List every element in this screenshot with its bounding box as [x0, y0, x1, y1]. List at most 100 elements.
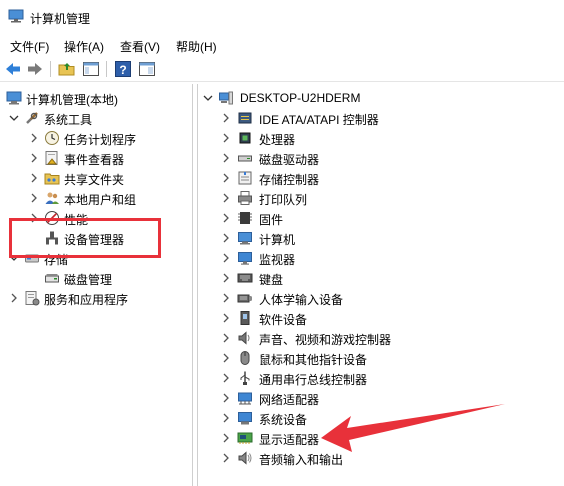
chevron-right-icon[interactable] — [221, 232, 231, 244]
tree-label: 服务和应用程序 — [44, 293, 129, 307]
device-category-label: 固件 — [259, 213, 284, 227]
chevron-right-icon[interactable] — [29, 172, 39, 184]
device-category-label: 软件设备 — [259, 313, 308, 327]
event-viewer-icon — [45, 151, 58, 165]
device-category-item[interactable]: 键盘 — [198, 268, 558, 288]
computer-icon — [219, 91, 233, 105]
computer-name: DESKTOP-U2HDERM — [240, 91, 361, 105]
chevron-right-icon[interactable] — [29, 152, 39, 164]
chevron-right-icon[interactable] — [221, 332, 231, 344]
tree-label: 事件查看器 — [64, 153, 125, 167]
chevron-right-icon[interactable] — [9, 292, 19, 304]
chevron-right-icon[interactable] — [221, 172, 231, 184]
tree-root[interactable]: 计算机管理(本地) — [0, 88, 190, 108]
tree-item-event-viewer[interactable]: 事件查看器 — [0, 148, 190, 168]
ide-controller-icon — [238, 112, 252, 124]
device-category-item[interactable]: 音频输入和输出 — [198, 448, 558, 468]
back-arrow-icon[interactable] — [4, 60, 22, 78]
device-category-item[interactable]: 固件 — [198, 208, 558, 228]
firmware-icon — [238, 212, 252, 224]
mouse-icon — [240, 351, 250, 365]
system-tools-icon — [26, 112, 38, 124]
device-category-item[interactable]: 软件设备 — [198, 308, 558, 328]
tree-label: 本地用户和组 — [64, 193, 137, 207]
window-title: 计算机管理 — [30, 12, 91, 26]
menu-help[interactable]: 帮助(H) — [176, 38, 217, 55]
device-category-item[interactable]: 监视器 — [198, 248, 558, 268]
chevron-right-icon[interactable] — [221, 272, 231, 284]
tree-label: 任务计划程序 — [64, 133, 137, 147]
toolbar: ? — [0, 57, 564, 82]
device-category-item[interactable]: 打印队列 — [198, 188, 558, 208]
monitor-icon — [238, 252, 252, 265]
device-category-item[interactable]: 人体学输入设备 — [198, 288, 558, 308]
device-category-item[interactable]: 鼠标和其他指针设备 — [198, 348, 558, 368]
chevron-right-icon[interactable] — [221, 192, 231, 204]
show-hide-tree-icon[interactable] — [82, 60, 100, 78]
device-category-item[interactable]: 存储控制器 — [198, 168, 558, 188]
software-device-icon — [240, 311, 250, 325]
device-category-item[interactable]: 通用串行总线控制器 — [198, 368, 558, 388]
usb-icon — [240, 371, 250, 385]
tree-item-disk-management[interactable]: 磁盘管理 — [0, 268, 190, 288]
device-tree-pane: DESKTOP-U2HDERM IDE ATA/ATAPI 控制器 处理器磁盘驱动… — [197, 84, 564, 486]
storage-controller-icon — [238, 171, 252, 185]
device-category-item[interactable]: 磁盘驱动器 — [198, 148, 558, 168]
device-category-label: 网络适配器 — [259, 393, 320, 407]
chevron-down-icon[interactable] — [203, 92, 213, 104]
chevron-right-icon[interactable] — [221, 292, 231, 304]
device-tree-root[interactable]: DESKTOP-U2HDERM — [198, 88, 558, 108]
tree-label: 共享文件夹 — [64, 173, 125, 187]
chevron-right-icon[interactable] — [29, 192, 39, 204]
show-hide-action-pane-icon[interactable] — [138, 60, 156, 78]
device-category-label: 存储控制器 — [259, 173, 320, 187]
chevron-right-icon[interactable] — [221, 152, 231, 164]
tree-item-system-tools[interactable]: 系统工具 — [0, 108, 190, 128]
menu-file[interactable]: 文件(F) — [10, 38, 49, 55]
tree-item-local-users[interactable]: 本地用户和组 — [0, 188, 190, 208]
device-category-item[interactable]: 系统设备 — [198, 408, 558, 428]
chevron-right-icon[interactable] — [221, 432, 231, 444]
chevron-right-icon[interactable] — [221, 452, 231, 464]
device-category-item[interactable]: 处理器 — [198, 128, 558, 148]
forward-arrow-icon[interactable] — [26, 60, 44, 78]
chevron-right-icon[interactable] — [29, 132, 39, 144]
device-category-label: 系统设备 — [259, 413, 308, 427]
device-category-item[interactable]: 计算机 — [198, 228, 558, 248]
chevron-right-icon[interactable] — [221, 132, 231, 144]
tree-item-task-scheduler[interactable]: 任务计划程序 — [0, 128, 190, 148]
device-category-item[interactable]: IDE ATA/ATAPI 控制器 — [198, 108, 558, 128]
device-category-label: 计算机 — [259, 233, 296, 247]
tree-item-services-apps[interactable]: 服务和应用程序 — [0, 288, 190, 308]
title-bar: 计算机管理 — [0, 0, 564, 34]
device-category-label: 声音、视频和游戏控制器 — [259, 333, 392, 347]
chevron-right-icon[interactable] — [221, 412, 231, 424]
toolbar-separator — [106, 61, 107, 77]
chevron-right-icon[interactable] — [221, 312, 231, 324]
device-category-label: 鼠标和其他指针设备 — [259, 353, 368, 367]
menu-view[interactable]: 查看(V) — [120, 38, 160, 55]
keyboard-icon — [237, 273, 253, 283]
device-category-label: 通用串行总线控制器 — [259, 373, 368, 387]
device-category-label: 打印队列 — [259, 193, 308, 207]
menu-action[interactable]: 操作(A) — [64, 38, 104, 55]
up-folder-icon[interactable] — [58, 60, 76, 78]
toolbar-separator — [50, 61, 51, 77]
device-category-label: 人体学输入设备 — [259, 293, 344, 307]
chevron-right-icon[interactable] — [221, 212, 231, 224]
device-category-label: 音频输入和输出 — [259, 453, 344, 467]
device-category-item[interactable]: 显示适配器 — [198, 428, 558, 448]
sound-icon — [238, 331, 250, 345]
tree-item-shared-folders[interactable]: 共享文件夹 — [0, 168, 190, 188]
chevron-down-icon[interactable] — [9, 112, 19, 124]
device-category-label: 磁盘驱动器 — [259, 153, 320, 167]
chevron-right-icon[interactable] — [221, 352, 231, 364]
device-category-item[interactable]: 网络适配器 — [198, 388, 558, 408]
help-icon[interactable]: ? — [114, 60, 132, 78]
chevron-right-icon[interactable] — [221, 112, 231, 124]
chevron-right-icon[interactable] — [221, 372, 231, 384]
tree-label: 磁盘管理 — [64, 273, 113, 287]
chevron-right-icon[interactable] — [221, 392, 231, 404]
device-category-item[interactable]: 声音、视频和游戏控制器 — [198, 328, 558, 348]
chevron-right-icon[interactable] — [221, 252, 231, 264]
